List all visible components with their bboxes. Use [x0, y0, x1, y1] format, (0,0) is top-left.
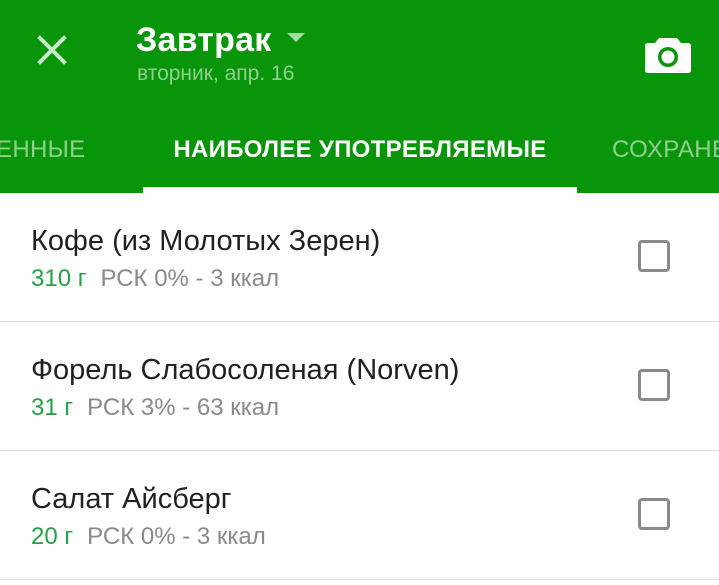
food-amount: 31 г: [31, 394, 74, 421]
app-screen: Завтрак вторник, апр. 16 ЛЕННЫЕ НАИБОЛЕЕ…: [0, 0, 719, 585]
food-amount: 310 г: [31, 265, 87, 292]
food-name: Кофе (из Молотых Зерен): [31, 225, 381, 257]
list-item[interactable]: Форель Слабосоленая (Norven) 31 г РСК 3% …: [0, 322, 719, 451]
list-item[interactable]: Салат Айсберг 20 г РСК 0% - 3 ккал: [0, 451, 719, 580]
meal-date: вторник, апр. 16: [137, 62, 295, 85]
dropdown-arrow-icon: [287, 32, 306, 42]
app-header: Завтрак вторник, апр. 16 ЛЕННЫЕ НАИБОЛЕЕ…: [0, 0, 719, 193]
food-name: Салат Айсберг: [31, 483, 232, 515]
item-checkbox[interactable]: [638, 369, 670, 401]
food-meta: 31 г РСК 3% - 63 ккал: [31, 393, 279, 423]
food-details: РСК 0% - 3 ккал: [87, 523, 266, 550]
tab-bar: ЛЕННЫЕ НАИБОЛЕЕ УПОТРЕБЛЯЕМЫЕ СОХРАНЕ: [0, 112, 719, 193]
food-details: РСК 0% - 3 ккал: [100, 265, 280, 292]
food-list: Кофе (из Молотых Зерен) 310 г РСК 0% - 3 …: [0, 193, 719, 580]
list-item[interactable]: Кофе (из Молотых Зерен) 310 г РСК 0% - 3 …: [0, 193, 719, 322]
food-meta: 20 г РСК 0% - 3 ккал: [31, 522, 266, 552]
tab-recent[interactable]: ЛЕННЫЕ: [0, 112, 85, 188]
food-amount: 20 г: [31, 523, 74, 550]
tab-saved[interactable]: СОХРАНЕ: [612, 112, 719, 188]
close-button[interactable]: [20, 18, 84, 82]
meal-title: Завтрак: [136, 21, 272, 59]
camera-button[interactable]: [634, 20, 702, 88]
close-icon: [37, 35, 67, 65]
food-details: РСК 3% - 63 ккал: [87, 394, 280, 421]
meal-selector[interactable]: Завтрак вторник, апр. 16: [136, 20, 306, 87]
food-name: Форель Слабосоленая (Norven): [31, 354, 460, 386]
item-checkbox[interactable]: [638, 240, 670, 272]
tab-most-used[interactable]: НАИБОЛЕЕ УПОТРЕБЛЯЕМЫЕ: [143, 112, 577, 188]
food-meta: 310 г РСК 0% - 3 ккал: [31, 264, 279, 294]
camera-icon: [645, 38, 691, 73]
item-checkbox[interactable]: [638, 498, 670, 530]
